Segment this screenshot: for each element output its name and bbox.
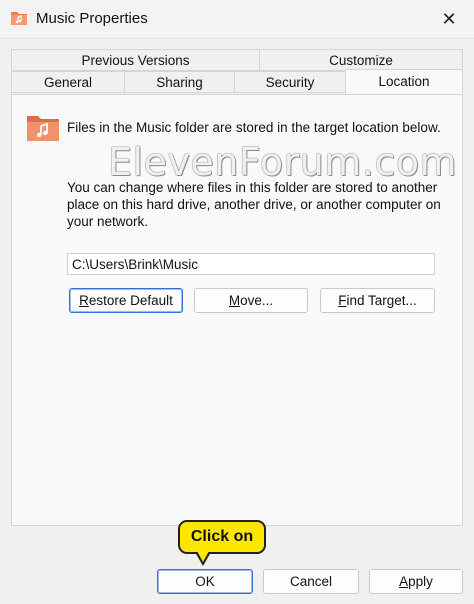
close-icon: ✕ — [441, 8, 457, 29]
callout-pointer-fill — [197, 551, 209, 562]
cancel-button[interactable]: Cancel — [263, 569, 359, 594]
ok-label: OK — [195, 574, 215, 589]
tab-location[interactable]: Location — [345, 69, 463, 94]
move-label: ove... — [240, 293, 274, 308]
tab-label: Sharing — [156, 74, 203, 90]
move-mnemonic: M — [228, 293, 241, 308]
tab-previous-versions[interactable]: Previous Versions — [11, 49, 260, 71]
window-title: Music Properties — [36, 10, 148, 27]
tab-label: Location — [378, 74, 430, 89]
music-folder-icon — [27, 116, 59, 141]
watermark: ElevenForum.com — [108, 140, 458, 184]
tab-general[interactable]: General — [11, 71, 125, 93]
close-button[interactable]: ✕ — [432, 0, 466, 38]
music-folder-icon — [11, 12, 27, 25]
find-target-button[interactable]: Find Target... — [320, 288, 435, 313]
location-description: Files in the Music folder are stored in … — [67, 120, 441, 135]
restore-default-mnemonic: R — [79, 293, 89, 308]
cancel-label: Cancel — [289, 574, 333, 589]
apply-button[interactable]: Apply — [369, 569, 463, 594]
tab-label: Security — [265, 74, 315, 90]
tab-label: Previous Versions — [81, 52, 190, 68]
tab-customize[interactable]: Customize — [259, 49, 463, 71]
restore-default-button[interactable]: Restore Default — [69, 288, 183, 313]
restore-default-label: estore Default — [88, 293, 173, 308]
tab-label: General — [43, 74, 93, 90]
apply-label: pply — [408, 574, 433, 589]
move-button[interactable]: Move... — [194, 288, 308, 313]
click-on-callout: Click on — [178, 520, 266, 554]
tab-security[interactable]: Security — [234, 71, 346, 93]
location-help-text: You can change where files in this folde… — [67, 180, 441, 229]
title-bar: Music Properties ✕ — [0, 0, 474, 39]
find-target-label: ind Target... — [346, 293, 417, 308]
target-path-input[interactable] — [67, 253, 435, 275]
ok-button[interactable]: OK — [157, 569, 253, 594]
find-target-mnemonic: F — [338, 293, 347, 308]
apply-mnemonic: A — [399, 574, 409, 589]
tab-sharing[interactable]: Sharing — [124, 71, 235, 93]
tab-label: Customize — [329, 52, 393, 68]
